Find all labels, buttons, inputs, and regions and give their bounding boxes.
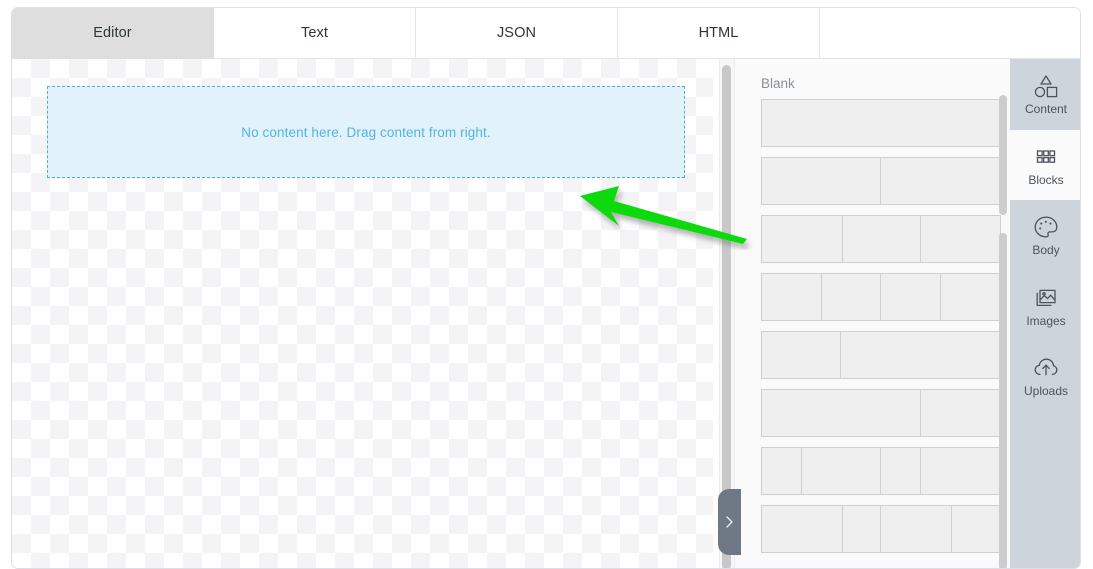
blocks-panel-scrollbar[interactable] [999,59,1007,568]
tab-html[interactable]: HTML [618,8,820,59]
builder-window: Editor Text JSON HTML No content here. D… [11,7,1081,569]
block-cell [762,158,881,204]
dropzone-message: No content here. Drag content from right… [241,124,491,140]
blocks-panel-title: Blank [761,76,795,91]
empty-content-dropzone[interactable]: No content here. Drag content from right… [47,86,685,178]
block-2-column-3-1[interactable] [761,389,1001,437]
shapes-icon [1032,73,1060,99]
sidebar-item-uploads[interactable]: Uploads [1010,341,1080,412]
sidebar-item-label: Images [1026,313,1066,328]
tab-text-label: Text [301,25,328,41]
sidebar-item-label: Uploads [1023,384,1069,399]
block-2-column-1-3[interactable] [761,331,1001,379]
block-4-column-even[interactable] [761,273,1001,321]
block-cell [880,448,922,494]
block-cell [881,158,1000,204]
image-icon [1032,285,1060,311]
block-3-column-even[interactable] [761,215,1001,263]
tab-editor[interactable]: Editor [12,8,214,59]
sidebar-item-body[interactable]: Body [1010,200,1080,271]
tab-editor-label: Editor [93,25,132,41]
blocks-panel-scrollbar-thumb-top[interactable] [999,95,1007,215]
block-cell [840,332,1000,378]
block-cell [802,448,881,494]
tool-sidebar: Content Blocks Body Images Uploads [1010,59,1080,568]
block-cell [762,100,1000,146]
sidebar-item-label: Body [1032,243,1060,258]
block-cell [762,506,843,552]
block-1-column[interactable] [761,99,1001,147]
block-cell [952,506,1000,552]
editor-canvas[interactable]: No content here. Drag content from right… [12,59,713,568]
email-builder-screen: Editor Text JSON HTML No content here. D… [0,0,1093,569]
blocks-panel-scrollbar-thumb-bottom[interactable] [999,233,1007,568]
block-cell [921,216,1000,262]
panel-collapse-handle[interactable] [718,489,741,555]
block-cell [762,448,803,494]
block-cell [940,274,1000,320]
block-4-column-mixed-a[interactable] [761,447,1001,495]
tab-bar-filler [820,8,1080,59]
block-cell [921,390,1000,436]
block-cell [762,390,922,436]
tab-html-label: HTML [698,25,739,41]
sidebar-item-label: Blocks [1028,172,1064,187]
sidebar-item-label: Content [1024,102,1068,117]
tab-json[interactable]: JSON [416,8,618,59]
block-cell [762,216,843,262]
block-cell [842,506,881,552]
tab-text[interactable]: Text [214,8,416,59]
grid-icon [1032,144,1060,170]
block-cell [762,332,841,378]
block-cell [881,274,941,320]
sidebar-item-content[interactable]: Content [1010,59,1080,130]
block-2-column-even[interactable] [761,157,1001,205]
tab-json-label: JSON [496,25,537,41]
sidebar-item-images[interactable]: Images [1010,271,1080,342]
palette-icon [1032,214,1060,240]
blocks-list [761,99,1001,563]
block-cell [921,448,1000,494]
block-cell [842,216,922,262]
block-4-column-mixed-b[interactable] [761,505,1001,553]
builder-body: No content here. Drag content from right… [12,59,1080,568]
block-cell [762,274,822,320]
blocks-panel: Blank [734,59,1010,568]
block-cell [880,506,953,552]
cloud-upload-icon [1032,355,1060,381]
sidebar-item-blocks[interactable]: Blocks [1010,129,1080,200]
block-cell [821,274,881,320]
tab-bar: Editor Text JSON HTML [12,8,1080,59]
chevron-right-icon [724,514,735,530]
